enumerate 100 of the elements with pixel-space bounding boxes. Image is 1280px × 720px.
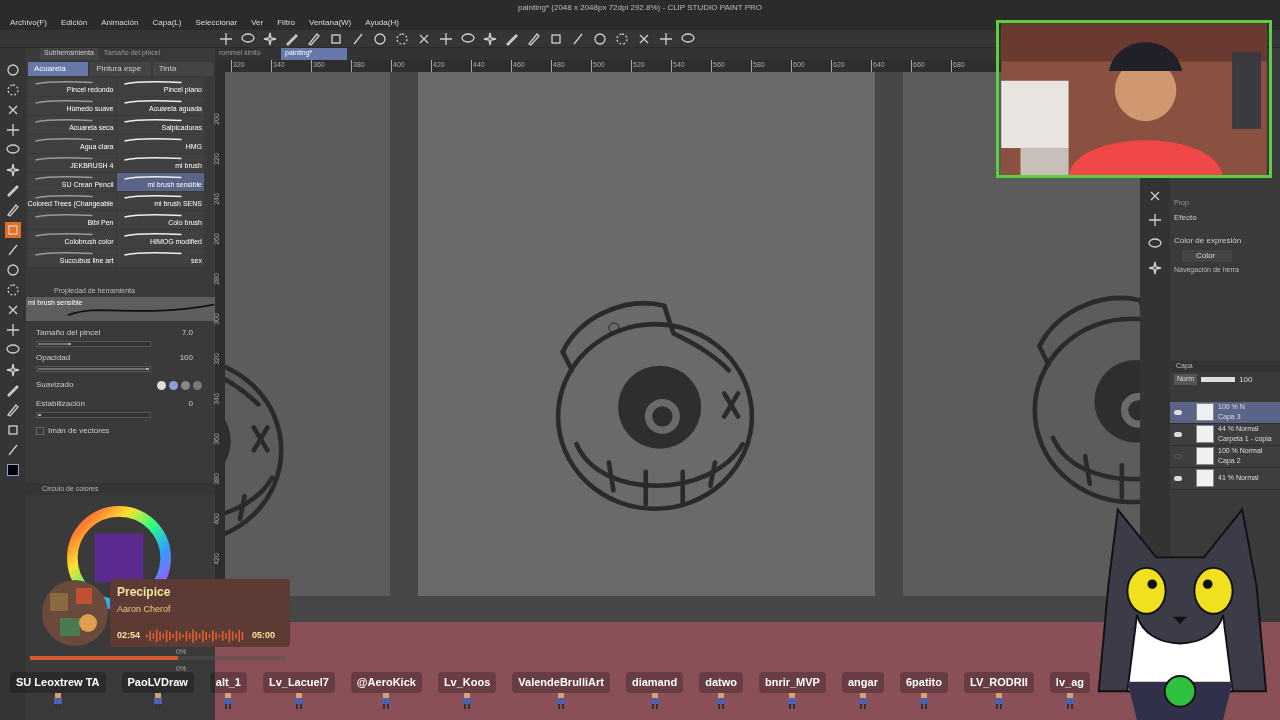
brush-stroke-icon <box>122 232 183 237</box>
brush-stroke-icon <box>122 99 183 104</box>
brush-stroke-icon <box>34 232 94 237</box>
tool-icon[interactable] <box>5 362 21 378</box>
menu-item[interactable]: Filtro <box>277 17 295 29</box>
smoothing-selector[interactable] <box>154 379 205 391</box>
pixel-character-icon <box>1064 692 1075 709</box>
brush-group-tab[interactable]: Pintura espe <box>90 62 151 76</box>
brush-stroke-icon <box>122 251 183 256</box>
checkbox[interactable] <box>36 427 44 435</box>
menu-item[interactable]: Edición <box>60 17 88 29</box>
property-value[interactable]: 0 <box>188 398 193 410</box>
property-label: Imán de vectores <box>48 425 110 437</box>
tool-icon[interactable] <box>5 402 21 418</box>
menu-item[interactable]: Animación <box>101 17 139 29</box>
tool-icon[interactable] <box>5 422 21 438</box>
brush-stroke-icon <box>122 194 183 199</box>
section-label: Efecto <box>1174 211 1198 224</box>
tool-icon[interactable] <box>262 30 278 47</box>
visibility-icon[interactable] <box>1174 475 1182 481</box>
brush-group-tab[interactable]: Acuarela <box>28 62 89 76</box>
tool-icon[interactable] <box>218 30 234 47</box>
pixel-character-icon <box>52 692 63 709</box>
tool-icon[interactable] <box>1147 260 1163 276</box>
song-artist: Aaron Cherof <box>117 603 172 617</box>
pixel-character-icon <box>462 692 473 709</box>
property-value[interactable]: 100 <box>179 352 193 364</box>
opacity-value[interactable]: 100 <box>1239 373 1253 386</box>
brush-stroke-icon <box>34 99 94 104</box>
chat-username: datwo <box>699 672 743 693</box>
expression-dropdown[interactable]: Color <box>1182 249 1232 262</box>
chat-username: ValendeBrulliArt <box>512 672 610 693</box>
brush-stroke-icon <box>34 118 94 123</box>
elapsed-time: 02:54 <box>117 629 141 642</box>
brush-stroke-icon <box>34 251 94 256</box>
tool-icon[interactable] <box>5 162 21 178</box>
pixel-character-icon <box>649 692 660 709</box>
brush-stroke-icon <box>122 213 183 218</box>
tool-icon[interactable] <box>438 30 454 47</box>
brush-stroke-icon <box>122 156 183 161</box>
layer-thumbnail <box>1196 469 1214 487</box>
menu-item[interactable]: Ver <box>251 17 264 29</box>
pixel-character-icon <box>152 692 163 709</box>
chat-username: Lv_Lacuel7 <box>262 672 335 693</box>
tool-icon[interactable] <box>5 202 21 218</box>
tool-icon[interactable] <box>394 30 410 47</box>
tool-icon[interactable] <box>658 30 674 47</box>
tool-icon[interactable] <box>5 62 21 78</box>
tool-icon[interactable] <box>5 262 21 278</box>
tool-icon[interactable] <box>5 282 21 298</box>
pixel-character-icon <box>918 692 929 709</box>
tool-icon[interactable] <box>482 30 498 47</box>
chat-username: alt_1 <box>209 672 247 693</box>
property-label: Opacidad <box>36 352 71 364</box>
pixel-character-icon <box>223 692 234 709</box>
tool-icon[interactable] <box>1147 212 1163 228</box>
chat-username: Lv_Koos <box>437 672 497 693</box>
menu-item[interactable]: Capa(L) <box>152 17 182 29</box>
section-label: Color de expresión <box>1174 234 1243 247</box>
tool-icon[interactable] <box>5 122 21 138</box>
tool-icon[interactable] <box>592 30 608 47</box>
menu-item[interactable]: Seleccionar <box>195 17 238 29</box>
color-swatch[interactable] <box>7 464 19 476</box>
brush-stroke-icon <box>34 213 94 218</box>
brush-stroke-icon <box>34 175 94 180</box>
pixel-character-icon <box>556 692 567 709</box>
tool-icon[interactable] <box>372 30 388 47</box>
chat-username: PaoLVDraw <box>121 672 194 693</box>
chat-username: SU Leoxtrew TA <box>10 672 106 693</box>
brush-stroke-icon <box>122 137 183 142</box>
menu-item[interactable]: Ayuda(H) <box>365 17 399 29</box>
window-title: painting* (2048 x 2048px 72dpi 292.8%) - CLIP STUDIO PAINT PRO <box>517 2 763 14</box>
menu-item[interactable]: Archivo(F) <box>10 17 47 29</box>
visibility-icon[interactable] <box>1174 409 1182 415</box>
pixel-character-icon <box>716 692 727 709</box>
brush-stroke-icon <box>122 118 183 123</box>
property-label: Estabilización <box>36 398 85 410</box>
pixel-character-icon <box>993 692 1004 709</box>
brush-stroke-icon <box>34 80 94 85</box>
tool-icon[interactable] <box>5 322 21 338</box>
menu-item[interactable]: Ventana(W) <box>309 17 352 29</box>
tool-icon[interactable] <box>5 82 21 98</box>
brush-group-tab[interactable]: Tinta <box>152 62 213 76</box>
total-time: 05:00 <box>252 629 276 642</box>
brush-stroke-icon <box>122 175 183 180</box>
slider-track[interactable] <box>36 341 151 347</box>
property-label: Tamaño del pincel <box>36 327 101 339</box>
opacity-bar[interactable] <box>1201 377 1236 382</box>
brush-stroke-icon <box>34 194 94 199</box>
chat-username: LV_RODRII <box>964 672 1034 693</box>
layer-thumbnail <box>1196 447 1214 465</box>
pixel-character-icon <box>787 692 798 709</box>
chat-username: @AeroKick <box>350 672 422 693</box>
brush-stroke-icon <box>34 137 94 142</box>
slider-track[interactable] <box>36 412 151 418</box>
pixel-character-icon <box>381 692 392 709</box>
brush-stroke-icon <box>122 80 183 85</box>
property-value[interactable]: 7.0 <box>181 327 193 339</box>
visibility-icon[interactable] <box>1174 431 1182 437</box>
tool-icon[interactable] <box>614 30 630 47</box>
